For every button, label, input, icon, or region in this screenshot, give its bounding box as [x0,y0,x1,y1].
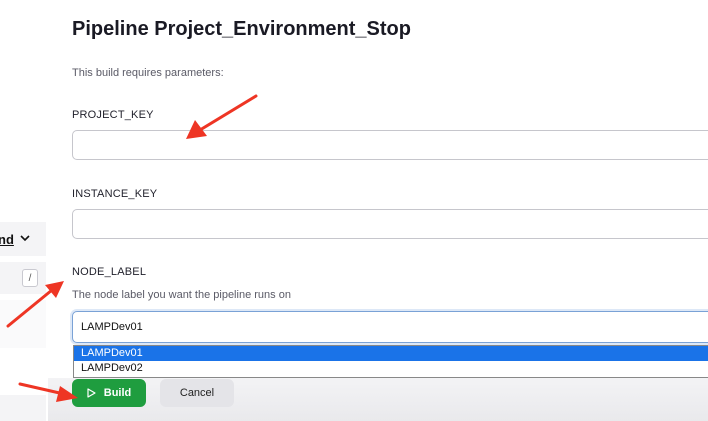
param-label-project-key: PROJECT_KEY [72,109,154,121]
node-label-select[interactable]: LAMPDev01 [72,311,708,343]
keyboard-shortcut-badge: / [22,269,38,287]
page-subtitle: This build requires parameters: [72,67,224,79]
sidebar-item[interactable] [0,300,46,348]
option-lampdev02[interactable]: LAMPDev02 [74,361,708,376]
instance-key-input[interactable] [72,209,708,239]
project-key-input[interactable] [72,130,708,160]
option-lampdev01[interactable]: LAMPDev01 [74,346,708,361]
param-label-instance-key: INSTANCE_KEY [72,188,158,200]
node-label-options-list: LAMPDev01 LAMPDev02 [73,345,708,378]
chevron-down-icon [20,234,30,245]
node-label-description: The node label you want the pipeline run… [72,289,291,301]
sidebar: nd / [0,0,48,421]
page-title: Pipeline Project_Environment_Stop [72,18,411,40]
build-button[interactable]: Build [72,379,146,407]
sidebar-item[interactable] [0,395,46,421]
cancel-button[interactable]: Cancel [160,379,234,407]
node-label-selected-value: LAMPDev01 [81,321,143,333]
sidebar-search[interactable]: / [0,262,46,294]
form-action-bar [48,378,708,421]
build-button-label: Build [103,387,132,399]
sidebar-dropdown-label: nd [0,231,14,247]
param-label-node-label: NODE_LABEL [72,266,147,278]
sidebar-dropdown[interactable]: nd [0,222,46,256]
play-icon [87,388,96,398]
